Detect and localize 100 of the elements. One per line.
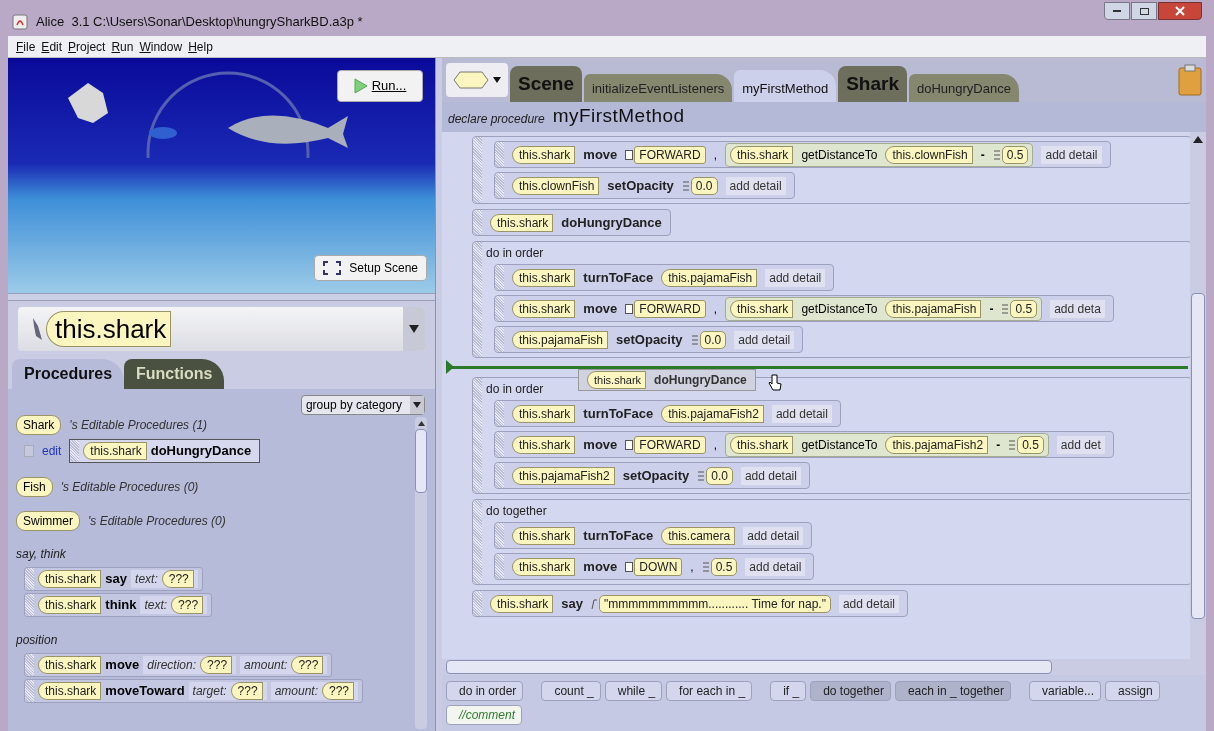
drag-grip[interactable]: [473, 210, 482, 235]
number-chip[interactable]: 0.0: [699, 330, 727, 349]
member-tab[interactable]: Functions: [124, 359, 225, 389]
add-detail-button[interactable]: add deta: [1050, 299, 1105, 318]
object-chip[interactable]: this.shark: [512, 526, 576, 545]
add-detail-button[interactable]: add detail: [725, 176, 786, 195]
object-chip[interactable]: this.shark: [512, 404, 576, 423]
object-selector[interactable]: this.shark: [18, 307, 425, 351]
control-tile[interactable]: while _: [604, 681, 663, 701]
statement-block[interactable]: this.shark move FORWARD , this.shark getDistanceTo this.clownFish - 0.5 add detail: [494, 141, 1111, 168]
control-tile[interactable]: variable...: [1028, 681, 1101, 701]
minimize-button[interactable]: [1104, 2, 1130, 20]
drag-grip[interactable]: [495, 554, 504, 579]
class-tab[interactable]: Scene: [510, 66, 582, 102]
add-detail-button[interactable]: add detail: [838, 594, 899, 613]
number-chip[interactable]: 0.5: [1010, 299, 1038, 318]
statement-block[interactable]: this.pajamaFish2 setOpacity 0.0 add detail: [494, 462, 810, 489]
drag-grip[interactable]: [473, 242, 482, 357]
number-chip[interactable]: 0.0: [706, 466, 733, 485]
procedure-tile[interactable]: this.shark think text: ???: [24, 593, 213, 617]
add-detail-button[interactable]: add detail: [771, 404, 832, 423]
object-chip[interactable]: this.shark: [730, 299, 794, 318]
procedure-tile[interactable]: this.shark move direction: ??? amount: ???: [24, 653, 333, 677]
statement-block[interactable]: this.shark move DOWN , 0.5 add detail: [494, 553, 815, 580]
group-by-dropdown[interactable]: group by category: [300, 395, 425, 415]
statement-block[interactable]: this.clownFish setOpacity 0.0 add detail: [494, 172, 795, 199]
number-chip[interactable]: 0.5: [1017, 435, 1044, 454]
object-chip[interactable]: this.shark: [512, 145, 576, 164]
method-tab[interactable]: doHungryDance: [909, 74, 1019, 102]
statement-block[interactable]: this.pajamaFish setOpacity 0.0 add detail: [494, 326, 804, 353]
scroll-thumb[interactable]: [446, 660, 1052, 674]
drag-grip[interactable]: [25, 654, 34, 676]
drag-grip[interactable]: [473, 500, 482, 584]
drag-grip[interactable]: [495, 432, 504, 457]
close-button[interactable]: [1158, 2, 1202, 20]
splitter[interactable]: [8, 293, 435, 301]
scroll-thumb[interactable]: [415, 429, 427, 493]
object-chip[interactable]: this.pajamaFish: [885, 299, 982, 318]
direction-chip[interactable]: FORWARD: [634, 145, 706, 164]
checkbox[interactable]: [24, 445, 34, 457]
object-chip[interactable]: this.shark: [512, 268, 576, 287]
setup-scene-button[interactable]: Setup Scene: [314, 255, 427, 281]
object-chip[interactable]: this.shark: [512, 557, 576, 576]
clipboard-icon[interactable]: [1178, 64, 1202, 96]
drag-grip[interactable]: [495, 327, 504, 352]
object-chip[interactable]: this.shark: [730, 435, 794, 454]
procedure-tile[interactable]: this.shark say text: ???: [24, 567, 203, 591]
scrollbar[interactable]: [442, 659, 1206, 675]
drag-grip[interactable]: [473, 591, 482, 616]
menu-item[interactable]: Run: [111, 37, 134, 56]
object-chip[interactable]: this.shark: [38, 656, 102, 674]
statement-block[interactable]: this.shark move FORWARD , this.shark getDistanceTo this.pajamaFish2 - 0.5 add det: [494, 431, 1114, 458]
drag-grip[interactable]: [25, 680, 34, 702]
object-chip[interactable]: this.shark: [38, 596, 102, 614]
drag-grip[interactable]: [25, 568, 34, 590]
statement-block[interactable]: this.shark turnToFace this.pajamaFish add detail: [494, 264, 835, 291]
object-chip[interactable]: this.shark: [512, 435, 576, 454]
scrollbar[interactable]: [415, 417, 427, 729]
object-chip[interactable]: this.shark: [730, 145, 794, 164]
drag-grip[interactable]: [495, 463, 504, 488]
type-selector[interactable]: [446, 63, 508, 97]
object-chip[interactable]: this.shark: [587, 371, 647, 389]
add-detail-button[interactable]: add detail: [734, 330, 795, 349]
object-chip[interactable]: this.camera: [661, 526, 736, 545]
number-chip[interactable]: 0.5: [1001, 145, 1029, 164]
menu-item[interactable]: Window: [139, 37, 183, 56]
drag-grip[interactable]: [495, 265, 504, 290]
object-chip[interactable]: this.clownFish: [512, 176, 600, 195]
menu-item[interactable]: File: [16, 37, 36, 56]
object-chip[interactable]: ???: [171, 596, 204, 614]
drag-ghost[interactable]: this.shark doHungryDance: [578, 369, 756, 391]
method-tab[interactable]: initializeEventListeners: [584, 74, 733, 102]
control-tile[interactable]: if _: [770, 681, 807, 701]
drag-grip[interactable]: [495, 523, 504, 548]
type-chip[interactable]: Swimmer: [16, 511, 80, 531]
drag-grip[interactable]: [495, 142, 504, 167]
object-chip[interactable]: this.pajamaFish: [512, 330, 609, 349]
drag-grip[interactable]: [25, 594, 34, 616]
object-chip[interactable]: this.pajamaFish2: [512, 466, 615, 485]
member-tab[interactable]: Procedures: [12, 359, 125, 389]
number-chip[interactable]: 0.5: [710, 557, 738, 576]
control-tile[interactable]: count _: [541, 681, 601, 701]
direction-chip[interactable]: DOWN: [634, 557, 683, 576]
statement-block[interactable]: this.shark turnToFace this.pajamaFish2 add detail: [494, 400, 841, 427]
object-chip[interactable]: this.pajamaFish: [661, 268, 758, 287]
object-chip[interactable]: this.shark: [490, 594, 554, 613]
object-chip[interactable]: this.clownFish: [885, 145, 973, 164]
add-detail-button[interactable]: add detail: [765, 268, 826, 287]
control-tile[interactable]: for each in _: [666, 681, 753, 701]
statement-block[interactable]: this.shark say "mmmmmmmmmm............ Time for nap." add detail: [472, 590, 908, 617]
add-detail-button[interactable]: add detail: [743, 526, 804, 545]
add-detail-button[interactable]: add detail: [745, 557, 806, 576]
object-chip[interactable]: this.shark: [490, 213, 554, 232]
object-chip[interactable]: ???: [161, 570, 194, 588]
menu-item[interactable]: Project: [68, 37, 106, 56]
procedure-tile[interactable]: this.shark doHungryDance: [69, 439, 261, 463]
class-tab[interactable]: Shark: [838, 66, 907, 102]
statement-block[interactable]: this.shark turnToFace this.camera add detail: [494, 522, 813, 549]
method-tab[interactable]: myFirstMethod: [734, 70, 837, 102]
comment-tile[interactable]: //comment: [446, 705, 522, 725]
